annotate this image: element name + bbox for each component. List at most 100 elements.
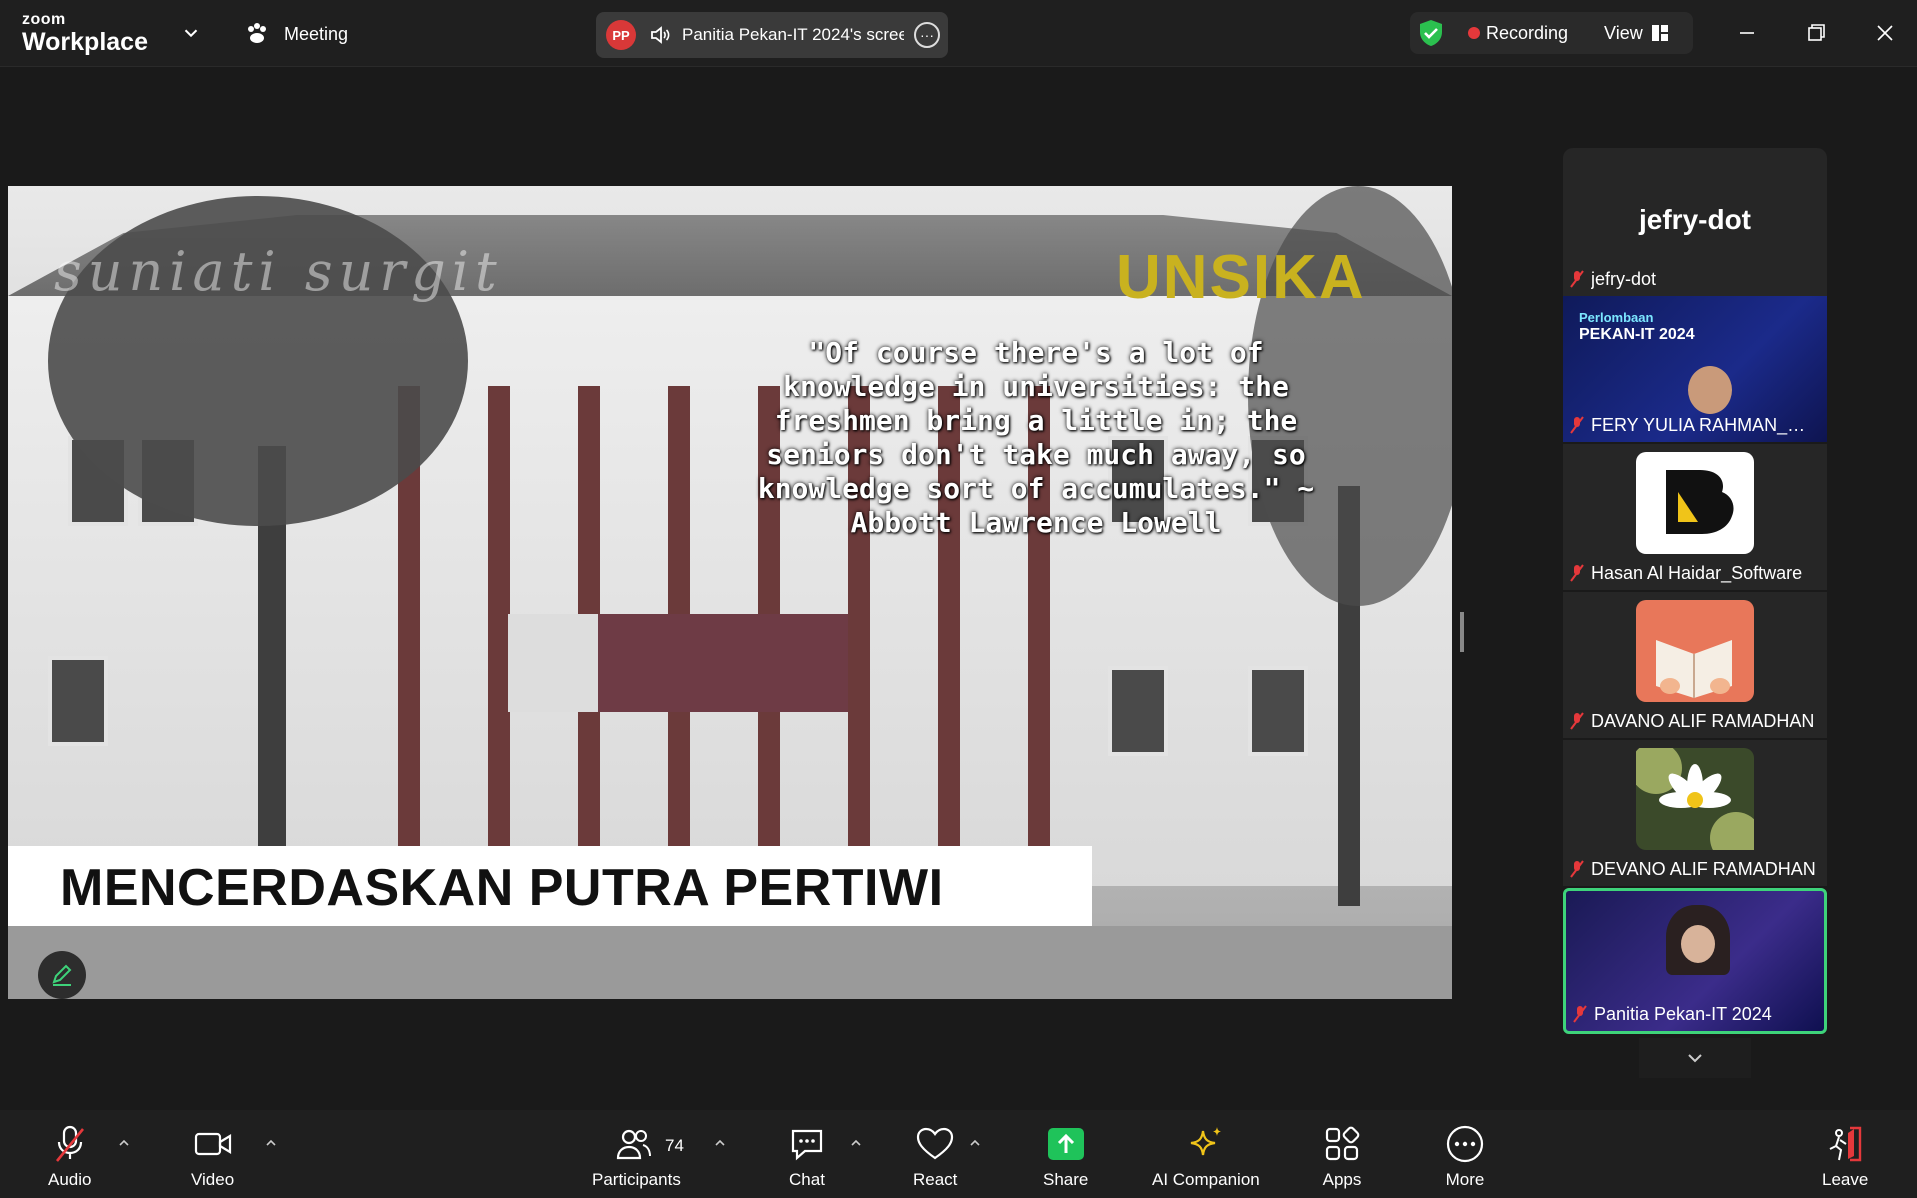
more-dots-icon <box>1446 1125 1484 1163</box>
gallery-active-speaker[interactable]: jefry-dot jefry-dot <box>1563 148 1827 296</box>
participant-video-face <box>1681 925 1715 963</box>
leave-label: Leave <box>1822 1170 1869 1189</box>
presenter-avatar: PP <box>606 20 636 50</box>
slide-caption: MENCERDASKAN PUTRA PERTIWI <box>60 859 944 917</box>
close-icon[interactable] <box>1870 18 1900 48</box>
pencil-icon <box>52 964 72 986</box>
meeting-menu[interactable]: Meeting <box>244 19 348 49</box>
annotate-button[interactable] <box>38 951 86 999</box>
building-window <box>1248 666 1308 756</box>
muted-mic-icon <box>1570 416 1584 434</box>
view-button[interactable]: View <box>1604 23 1669 44</box>
chat-label: Chat <box>789 1170 825 1189</box>
building-window <box>48 656 108 746</box>
caret-up-icon[interactable] <box>264 1136 278 1150</box>
screen-share-pill[interactable]: PP Panitia Pekan-IT 2024's screen ··· <box>596 12 948 58</box>
top-bar: zoom Workplace Meeting PP Panitia Pekan-… <box>0 0 1917 67</box>
ai-sparkle-icon <box>1190 1127 1221 1156</box>
video-button[interactable]: Video <box>191 1124 234 1190</box>
audio-label: Audio <box>48 1170 92 1189</box>
book-avatar-icon <box>1656 640 1732 698</box>
building-banner <box>508 614 848 712</box>
participant-video-face <box>1688 366 1732 414</box>
share-button[interactable]: Share <box>1043 1124 1088 1190</box>
caret-up-icon[interactable] <box>968 1136 982 1150</box>
road <box>8 926 1452 999</box>
participant-tile[interactable]: DEVANO ALIF RAMADHAN <box>1563 740 1827 886</box>
participant-avatar <box>1630 742 1762 864</box>
react-label: React <box>913 1170 958 1189</box>
chat-button[interactable]: Chat <box>787 1124 827 1190</box>
more-button[interactable]: More <box>1445 1124 1485 1190</box>
participant-name-tag: FERY YULIA RAHMAN_SOFTWARE <box>1569 412 1817 438</box>
participant-name-tag: Panitia Pekan-IT 2024 <box>1572 1001 1772 1027</box>
layout-grid-icon <box>1651 25 1668 41</box>
paw-icon <box>248 23 266 43</box>
participant-tile[interactable]: Perlombaan PEKAN-IT 2024 FERY YULIA RAHM… <box>1563 296 1827 442</box>
participant-avatar <box>1636 600 1754 702</box>
slide-caption-bar: MENCERDASKAN PUTRA PERTIWI <box>8 846 1092 926</box>
meeting-label: Meeting <box>284 23 349 44</box>
heart-icon <box>917 1127 954 1160</box>
leave-button[interactable]: Leave <box>1822 1124 1868 1190</box>
zoom-logo: zoom Workplace <box>22 12 148 55</box>
muted-mic-icon <box>1573 1005 1587 1023</box>
speaker-name-large: jefry-dot <box>1639 204 1751 235</box>
restore-icon[interactable] <box>1801 18 1831 48</box>
caret-up-icon[interactable] <box>117 1136 131 1150</box>
participant-avatar <box>1636 452 1754 554</box>
participant-name: Hasan Al Haidar_Software <box>1591 562 1803 583</box>
muted-microphone-icon <box>55 1125 84 1162</box>
muted-mic-icon <box>1570 270 1584 288</box>
muted-mic-icon <box>1570 564 1584 582</box>
more-label: More <box>1445 1170 1485 1189</box>
ai-companion-button[interactable]: AI Companion <box>1152 1124 1260 1190</box>
view-label: View <box>1604 22 1643 43</box>
letter-b-avatar-icon <box>1666 470 1734 534</box>
caret-up-icon[interactable] <box>849 1136 863 1150</box>
caret-up-icon[interactable] <box>713 1136 727 1150</box>
lotus-avatar-icon <box>1630 742 1762 864</box>
apps-button[interactable]: Apps <box>1322 1124 1362 1190</box>
participant-name: Panitia Pekan-IT 2024 <box>1594 1003 1772 1024</box>
unsika-logo: UNSIKA <box>1116 243 1366 312</box>
security-shield-icon[interactable] <box>1418 19 1444 47</box>
participant-tile[interactable]: Hasan Al Haidar_Software <box>1563 444 1827 590</box>
react-button[interactable]: React <box>913 1124 957 1190</box>
muted-mic-icon <box>1570 712 1584 730</box>
audio-button[interactable]: Audio <box>48 1124 91 1190</box>
logo-line2: Workplace <box>22 28 148 56</box>
participant-name: FERY YULIA RAHMAN_SOFTWARE <box>1591 414 1817 435</box>
video-label: Video <box>191 1170 235 1189</box>
participants-icon <box>617 1129 652 1160</box>
building-window <box>1108 666 1168 756</box>
participants-label: Participants <box>592 1170 681 1189</box>
apps-label: Apps <box>1322 1170 1362 1189</box>
participant-gallery: jefry-dot jefry-dot Perlombaan PEKAN-IT … <box>1563 148 1827 1088</box>
more-options-icon[interactable]: ··· <box>914 22 940 48</box>
chevron-down-icon <box>1688 1054 1702 1063</box>
meeting-toolbar: Audio Video Participants 74 Chat React S… <box>0 1110 1917 1198</box>
participants-button[interactable]: Participants <box>592 1124 681 1190</box>
participant-name-tag: DAVANO ALIF RAMADHAN <box>1569 708 1814 734</box>
participant-name-tag: DEVANO ALIF RAMADHAN <box>1569 856 1816 882</box>
panel-resize-handle[interactable] <box>1460 612 1464 652</box>
shared-screen: suniati surgit UNSIKA "Of course there's… <box>8 186 1452 999</box>
recording-label[interactable]: Recording <box>1486 23 1568 44</box>
participant-name-tag: jefry-dot <box>1569 266 1656 292</box>
muted-mic-icon <box>1570 860 1584 878</box>
participant-tile-active-speaker[interactable]: Panitia Pekan-IT 2024 <box>1563 888 1827 1034</box>
participant-name: DEVANO ALIF RAMADHAN <box>1591 858 1816 879</box>
ai-companion-label: AI Companion <box>1152 1170 1260 1189</box>
chevron-down-icon[interactable] <box>180 22 202 44</box>
chat-bubble-icon <box>791 1129 823 1161</box>
participant-count: 74 <box>665 1136 684 1155</box>
slide-quote: "Of course there's a lot of knowledge in… <box>757 336 1315 539</box>
speaker-icon <box>651 26 670 44</box>
gallery-scroll-down[interactable] <box>1639 1038 1751 1078</box>
participant-name: jefry-dot <box>1591 268 1657 289</box>
participant-tile[interactable]: DAVANO ALIF RAMADHAN <box>1563 592 1827 738</box>
logo-line1: zoom <box>22 11 66 28</box>
minimize-icon[interactable] <box>1732 18 1762 48</box>
recording-dot-icon <box>1468 27 1480 39</box>
